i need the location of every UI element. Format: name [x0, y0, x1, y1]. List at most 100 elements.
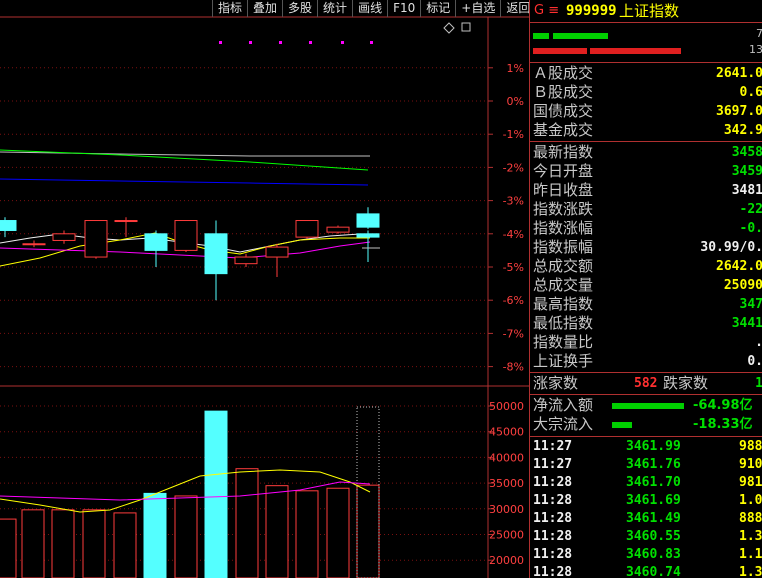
tick-price: 3461.69: [626, 493, 681, 508]
volume-bar: [356, 484, 380, 578]
divider: [530, 62, 762, 63]
candle: [356, 230, 380, 263]
candle: [265, 243, 289, 277]
marker-dot: [219, 41, 222, 44]
row-label: 指数涨跌: [533, 200, 594, 218]
volume-tick-label: 45000: [489, 426, 524, 439]
turnover-rate-row: 上证换手 0.: [530, 352, 762, 371]
green-bar-short: [533, 33, 549, 39]
draw-line-button[interactable]: 画线: [352, 0, 387, 17]
kline-chart[interactable]: 1% 0% -1% -2% -3% -4% -5% -6% -7% -8% 50000 45000 40…: [0, 0, 529, 578]
tick-row: 11:28 3461.49 888: [530, 510, 762, 528]
tick-row: 11:28 3460.55 1.3: [530, 528, 762, 546]
indicator-button[interactable]: 指标: [212, 0, 247, 17]
row-value: -18.33亿: [693, 417, 753, 432]
candle: [295, 220, 319, 239]
row-label: 大宗流入: [533, 415, 594, 433]
row-value: 3697.0: [716, 104, 762, 119]
chart-toolbar: 指标 叠加 多股 统计 画线 F10 标记 +自选 返回: [212, 0, 535, 17]
volume-tick-label: 30000: [489, 503, 524, 516]
change-pct-row: 指数涨幅 -0.: [530, 219, 762, 238]
tick-volume: 1.3: [739, 565, 762, 578]
square-icon: [461, 22, 471, 32]
marker-dot: [249, 41, 252, 44]
row-value: 3459: [731, 164, 762, 179]
volume-bar: [265, 485, 289, 578]
row-value: 0.6: [739, 85, 762, 100]
tick-volume: 888: [739, 511, 762, 526]
divider: [530, 141, 762, 142]
tick-time: 11:28: [533, 529, 573, 544]
candle-body: [295, 220, 319, 238]
tick-volume: 910: [739, 457, 762, 472]
candle-body: [265, 246, 289, 258]
latest-index-row: 最新指数 3458: [530, 143, 762, 162]
mark-button[interactable]: 标记: [420, 0, 455, 17]
price-tick-label: -5%: [503, 261, 524, 274]
tick-price: 3460.55: [626, 529, 681, 544]
row-label: 最低指数: [533, 314, 594, 332]
row-label: 总成交额: [533, 257, 594, 275]
total-volume-row: 总成交量 25090: [530, 276, 762, 295]
volume-bar: [235, 468, 259, 578]
marker-dot: [370, 41, 373, 44]
candle: [52, 230, 76, 244]
tick-list[interactable]: 11:27 3461.99 988 11:27 3461.76 910 11:2…: [530, 438, 762, 578]
candle-body: [22, 243, 46, 246]
volume-tick-label: 20000: [489, 554, 524, 567]
advance-value: 582: [634, 376, 658, 391]
row-value: -0.: [739, 221, 762, 236]
candle: [114, 217, 138, 238]
green-bar-long: [553, 33, 608, 39]
volume-bar: [295, 490, 319, 578]
fund-volume-row: 基金成交 342.9: [530, 121, 762, 140]
volume-bar: [143, 492, 167, 578]
row-value: 2641.0: [716, 66, 762, 81]
tick-price: 3460.83: [626, 547, 681, 562]
tick-time: 11:28: [533, 547, 573, 562]
tick-price: 3461.99: [626, 439, 681, 454]
block-inflow-row: 大宗流入 -18.33亿: [530, 415, 762, 434]
title-prefix: G ≡: [534, 3, 560, 18]
candle-body: [204, 233, 228, 275]
advance-decline-row: 涨家数 582 跌家数 1: [530, 374, 762, 393]
volume-bar: [113, 512, 137, 578]
tick-time: 11:28: [533, 511, 573, 526]
candle: [326, 225, 350, 234]
price-tick-label: -6%: [503, 294, 524, 307]
red-bar-left: [533, 48, 587, 54]
add-watchlist-button[interactable]: +自选: [455, 0, 500, 17]
f10-button[interactable]: F10: [387, 0, 420, 17]
quote-title-bar[interactable]: G ≡ 999999 上证指数: [530, 0, 762, 23]
multi-stock-button[interactable]: 多股: [282, 0, 317, 17]
change-row: 指数涨跌 -22: [530, 200, 762, 219]
tick-row: 11:28 3460.74 1.3: [530, 564, 762, 578]
tick-time: 11:28: [533, 475, 573, 490]
tick-time: 11:28: [533, 565, 573, 578]
volume-tick-label: 35000: [489, 477, 524, 490]
row-value: 2642.0: [716, 259, 762, 274]
candle-body: [52, 233, 76, 241]
overlay-button[interactable]: 叠加: [247, 0, 282, 17]
row-label: 昨日收盘: [533, 181, 594, 199]
row-label: 总成交量: [533, 276, 594, 294]
diamond-icon: [443, 22, 455, 34]
row-value: 3441: [731, 316, 762, 331]
row-value: .: [755, 333, 762, 352]
b-share-volume-row: Ｂ股成交 0.6: [530, 83, 762, 102]
candlestick-series: [0, 207, 380, 301]
candle: [204, 220, 228, 301]
price-tick-label: -3%: [503, 195, 524, 208]
tick-row: 11:27 3461.99 988: [530, 438, 762, 456]
chart-decorations: [219, 22, 471, 249]
low-row: 最低指数 3441: [530, 314, 762, 333]
price-tick-label: -2%: [503, 161, 524, 174]
price-tick-label: -4%: [503, 228, 524, 241]
volume-tick-label: 25000: [489, 529, 524, 542]
volume-bar: [204, 410, 228, 578]
marker-dot: [341, 41, 344, 44]
quote-panel: G ≡ 999999 上证指数 7 13 Ａ股成交 2641.0 Ｂ股成交 0.…: [529, 0, 762, 578]
candle-body: [174, 220, 198, 251]
statistics-button[interactable]: 统计: [317, 0, 352, 17]
candle: [144, 230, 168, 267]
